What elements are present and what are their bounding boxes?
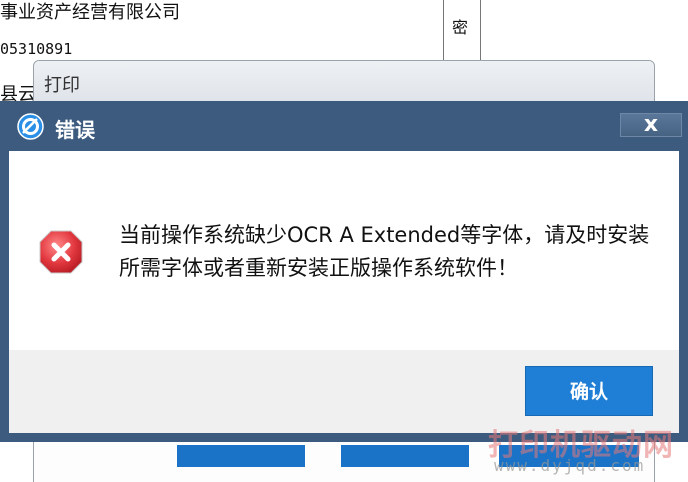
confirm-button[interactable]: 确认 <box>525 366 653 416</box>
watermark: 打印机驱动网 www.dyjqd.com <box>488 420 684 478</box>
error-dialog: 错误 x 当前操作系统缺少OCR A Extended等字体，请及时安装所需字体… <box>0 101 688 442</box>
app-logo-icon <box>17 113 44 140</box>
close-icon: x <box>643 112 659 137</box>
background-company-text: 事业资产经营有限公司 <box>0 2 180 23</box>
background-number-text: 05310891 <box>0 40 73 58</box>
watermark-url: www.dyjqd.com <box>494 456 646 475</box>
print-dialog-title: 打印 <box>44 75 80 96</box>
error-dialog-title: 错误 <box>55 118 95 142</box>
close-button[interactable]: x <box>620 113 682 137</box>
error-dialog-body: 当前操作系统缺少OCR A Extended等字体，请及时安装所需字体或者重新安… <box>9 151 679 350</box>
error-x-icon <box>39 230 83 274</box>
print-dialog-button[interactable] <box>177 445 305 467</box>
background-cell-text: 密 <box>452 18 469 37</box>
error-message: 当前操作系统缺少OCR A Extended等字体，请及时安装所需字体或者重新安… <box>119 223 650 280</box>
print-dialog-titlebar[interactable]: 打印 <box>34 61 654 102</box>
print-dialog-button[interactable] <box>341 445 469 467</box>
error-dialog-titlebar[interactable]: 错误 x <box>0 101 688 151</box>
